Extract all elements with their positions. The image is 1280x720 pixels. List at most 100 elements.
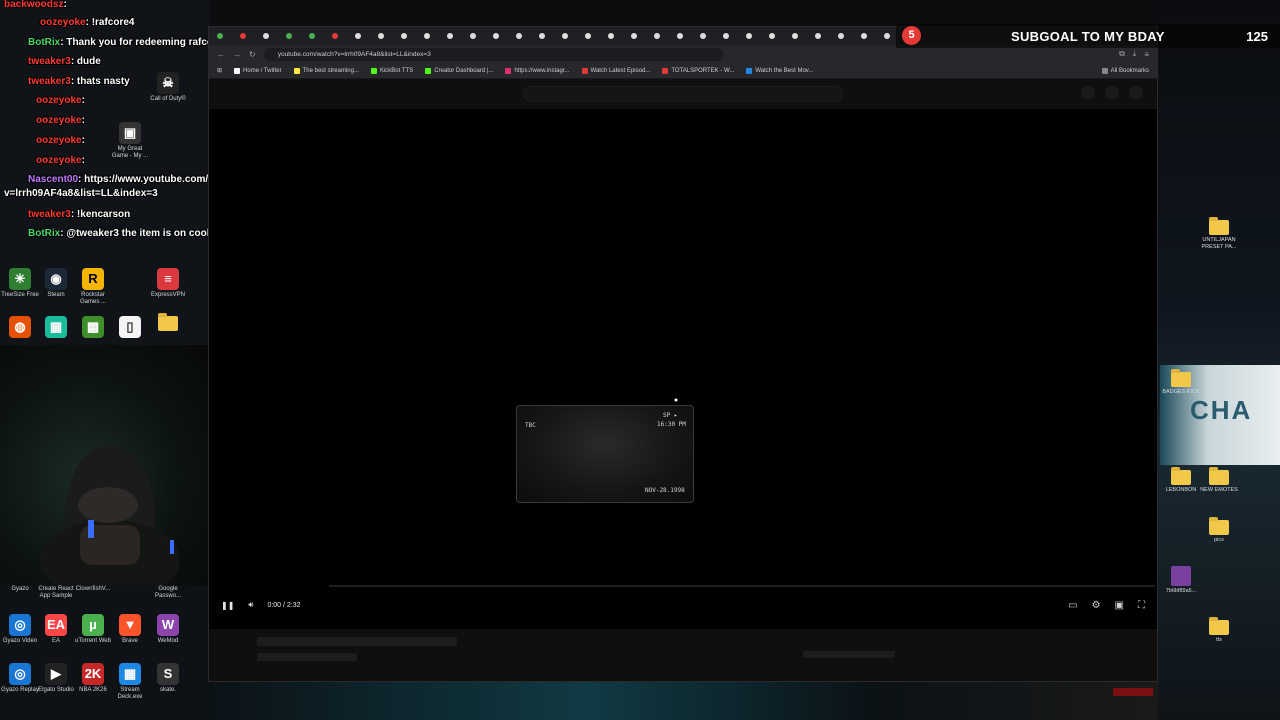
desktop-icon-file[interactable]: ▯ <box>110 316 150 340</box>
browser-tab[interactable] <box>284 29 305 43</box>
all-bookmarks[interactable]: All Bookmarks <box>1101 67 1149 74</box>
desktop-icon-game[interactable]: ▣ My Great Game - My ... <box>110 122 150 160</box>
browser-tab[interactable] <box>215 29 236 43</box>
bookmark-streaming[interactable]: The best streaming... <box>293 67 359 74</box>
video-preview-thumbnail: TBC SP ▸ 16:30 PM NOV-28.1998 <box>516 405 694 503</box>
bookmark-episodes[interactable]: Watch Latest Episod... <box>581 67 650 74</box>
bookmark-creator-dashboard[interactable]: Creator Dashboard |... <box>425 67 493 74</box>
browser-tab[interactable] <box>629 29 650 43</box>
desktop-folder-tts[interactable]: tts <box>1194 617 1244 644</box>
desktop-icon-expressvpn[interactable]: ≡ ExpressVPN <box>148 268 188 299</box>
download-icon[interactable]: ⤓ <box>1133 49 1137 59</box>
desktop-icon-gyazo-replay[interactable]: ◎ Gyazo Replay <box>0 663 40 694</box>
youtube-header-button[interactable] <box>1081 86 1095 100</box>
browser-tab[interactable] <box>652 29 673 43</box>
desktop-folder-pics[interactable]: pics <box>1194 517 1244 544</box>
desktop-icon-cod[interactable]: ☠ Call of Duty® <box>148 72 188 103</box>
desktop-icon-steam[interactable]: ◉ Steam <box>36 268 76 299</box>
browser-tab[interactable] <box>445 29 466 43</box>
browser-tab[interactable] <box>514 29 535 43</box>
folder-icon <box>1171 467 1191 485</box>
browser-tab[interactable] <box>859 29 880 43</box>
file-icon: ▯ <box>119 316 141 338</box>
browser-tab[interactable] <box>238 29 259 43</box>
desktop-folder-badges[interactable]: BADGES KICK <box>1156 369 1206 396</box>
desktop-icon-utorrent[interactable]: µ uTorrent Web <box>73 614 113 645</box>
steam-icon: ◉ <box>45 268 67 290</box>
bookmark-instagram[interactable]: https://www.instagr... <box>505 67 570 74</box>
browser-tab[interactable] <box>307 29 328 43</box>
desktop-image-file[interactable]: 7b6bf89a5... <box>1156 566 1206 595</box>
desktop-icon-minecraft[interactable]: ▩ <box>73 316 113 340</box>
bookmark-twitter[interactable]: Home / Twitter <box>234 67 282 74</box>
browser-tab[interactable] <box>491 29 512 43</box>
desktop-icon-ea[interactable]: EA EA <box>36 614 76 645</box>
desktop-icon-elgato[interactable]: ▶ Elgato Studio <box>36 663 76 694</box>
bottom-game-strip <box>208 682 1158 720</box>
desktop-icon-skate[interactable]: S skate. <box>148 663 188 694</box>
desktop-icon-treesize[interactable]: ✳ TreeSize Free <box>0 268 40 299</box>
url-input[interactable]: youtube.com/watch?v=lrrh09AF4a8&list=LL&… <box>263 47 724 61</box>
menu-icon[interactable]: ≡ <box>1144 50 1149 59</box>
browser-tab[interactable] <box>721 29 742 43</box>
browser-tab[interactable] <box>675 29 696 43</box>
forward-icon[interactable]: → <box>233 50 241 59</box>
extensions-icon[interactable]: ⧉ <box>1119 49 1125 59</box>
settings-gear-icon[interactable]: ⚙ <box>1092 600 1101 611</box>
captions-icon[interactable]: ▭ <box>1068 600 1077 611</box>
desktop-icon-rockstar[interactable]: R Rockstar Games ... <box>73 268 113 306</box>
browser-tab[interactable] <box>560 29 581 43</box>
browser-tab[interactable] <box>767 29 788 43</box>
subgoal-title: SUBGOAL TO MY BDAY <box>1011 28 1165 44</box>
desktop-icon-brave-row[interactable]: ◍ <box>0 316 40 340</box>
browser-tab[interactable] <box>353 29 374 43</box>
skate-icon: S <box>157 663 179 685</box>
chat-message: oozeyoke: <box>36 95 85 106</box>
browser-tab[interactable] <box>376 29 397 43</box>
desktop-icon-streamdeck[interactable]: ▦ Stream Deck.exe <box>110 663 150 701</box>
back-icon[interactable]: ← <box>217 50 225 59</box>
desktop-icon-brave[interactable]: ▼ Brave <box>110 614 150 645</box>
bookmark-totalsportek[interactable]: TOTALSPORTEK - W... <box>662 67 734 74</box>
bookmark-movies[interactable]: Watch the Best Mov... <box>746 67 813 74</box>
desktop-icon-teal[interactable]: ▦ <box>36 316 76 340</box>
bookmark-kickbot[interactable]: KickBot TTS <box>370 67 413 74</box>
browser-tab[interactable] <box>698 29 719 43</box>
notification-badge: 5 <box>902 26 921 45</box>
browser-tab[interactable] <box>330 29 351 43</box>
desktop-folder-new-emotes[interactable]: NEW EMOTES <box>1194 467 1244 494</box>
youtube-avatar[interactable] <box>1129 86 1143 100</box>
desktop-folder-untiljapan[interactable]: UNTILJAPAN PRESET PA... <box>1194 217 1244 251</box>
youtube-header-button[interactable] <box>1105 86 1119 100</box>
video-progress-bar[interactable] <box>329 585 1155 587</box>
browser-tab[interactable] <box>790 29 811 43</box>
pause-icon[interactable]: ❚❚ <box>221 601 234 610</box>
browser-tab[interactable] <box>399 29 420 43</box>
desktop-icon-wemod[interactable]: W WeMod <box>148 614 188 645</box>
browser-tab[interactable] <box>813 29 834 43</box>
desktop-icon-nba[interactable]: 2K NBA 2K26 <box>73 663 113 694</box>
browser-tab[interactable] <box>422 29 443 43</box>
miniplayer-icon[interactable]: ▣ <box>1115 600 1124 611</box>
browser-tab[interactable] <box>261 29 282 43</box>
browser-tab[interactable] <box>583 29 604 43</box>
browser-window[interactable]: ← → ↻ youtube.com/watch?v=lrrh09AF4a8&li… <box>208 26 1158 682</box>
browser-tab[interactable] <box>744 29 765 43</box>
youtube-header <box>209 79 1157 109</box>
apps-icon[interactable]: ⊞ <box>217 67 222 74</box>
ea-icon: EA <box>45 614 67 636</box>
desktop-icon-gyazo[interactable]: ◎ Gyazo Video <box>0 614 40 645</box>
bookmarks-bar: ⊞ Home / Twitter The best streaming... K… <box>209 63 1157 79</box>
title-skeleton <box>257 637 457 646</box>
desktop-icon-folder[interactable] <box>148 313 188 333</box>
browser-tab[interactable] <box>836 29 857 43</box>
browser-tab[interactable] <box>537 29 558 43</box>
browser-tab[interactable] <box>468 29 489 43</box>
volume-icon[interactable]: 🔊︎ <box>248 600 253 610</box>
video-player[interactable]: TBC SP ▸ 16:30 PM NOV-28.1998 ❚❚ 🔊︎ 0:00… <box>209 109 1157 629</box>
browser-tab[interactable] <box>606 29 627 43</box>
reload-icon[interactable]: ↻ <box>249 50 256 59</box>
fullscreen-icon[interactable]: ⛶ <box>1138 600 1145 611</box>
youtube-search-box[interactable] <box>523 86 843 102</box>
channel-skeleton <box>257 653 357 661</box>
